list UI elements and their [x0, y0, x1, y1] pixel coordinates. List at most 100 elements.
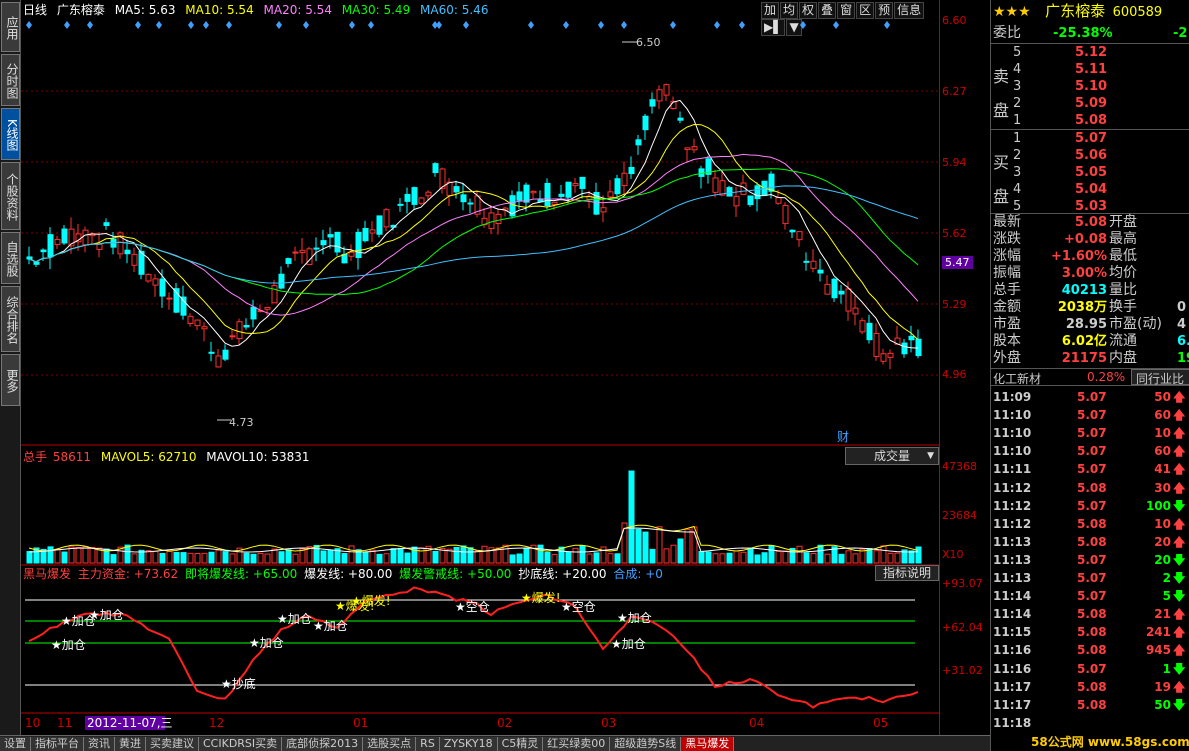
signal-diamond — [87, 21, 93, 29]
signal-diamond — [436, 21, 442, 29]
arrow-up-icon: 🡅 — [1173, 679, 1186, 694]
volume-bar — [460, 545, 467, 564]
tab-1[interactable]: 指标平台 — [31, 737, 84, 751]
ind-name: 黑马爆发 — [23, 567, 72, 581]
sell-row: 1 5.08 — [1013, 113, 1108, 128]
tab-3[interactable]: 黄进 — [115, 737, 146, 751]
tab-10[interactable]: C5精灵 — [497, 737, 544, 751]
tab-4[interactable]: 买卖建议 — [146, 737, 199, 751]
volume-bar — [719, 553, 726, 564]
candle-body — [229, 335, 236, 338]
stat-row: 市盈 28.95 市盈(动) 4 — [993, 316, 1187, 332]
low-annotation: 4.73 — [217, 416, 254, 429]
candle-body — [33, 261, 40, 265]
tab-11[interactable]: 红买绿卖00 — [543, 737, 611, 751]
arrow-up-icon: 🡅 — [1173, 444, 1186, 459]
volume-bar — [432, 550, 439, 564]
candle-body — [383, 209, 390, 228]
tab-7[interactable]: 选股买点 — [363, 737, 417, 751]
buy-row: 3 5.05 — [1013, 165, 1108, 180]
volume-bar — [803, 552, 810, 564]
candle-body — [236, 321, 243, 340]
chart-area[interactable]: 日线 广东榕泰 MA5: 5.63 MA10: 5.54 MA20: 5.54 … — [21, 0, 939, 735]
volume-bar — [887, 552, 894, 564]
indicator-help-button[interactable]: 指标说明 — [875, 565, 939, 581]
candle-body — [789, 229, 796, 233]
candle-body — [271, 285, 278, 304]
candle-body — [621, 172, 628, 187]
candle-body — [187, 315, 194, 324]
candle-body — [453, 186, 460, 193]
volume-bar — [565, 551, 572, 564]
candle-body — [901, 342, 908, 355]
candle-body — [418, 197, 425, 204]
volume-bar — [621, 522, 628, 564]
candle-body — [159, 278, 166, 297]
tick-row: 11:16 5.07 1 🡇 — [993, 661, 1186, 676]
nav-self[interactable]: 自选股 — [1, 232, 20, 284]
tab-9[interactable]: ZYSKY18 — [439, 737, 498, 751]
candle-body — [292, 251, 299, 254]
date-01: 01 — [353, 716, 368, 730]
arrow-up-icon: 🡅 — [1173, 643, 1186, 658]
arrow-down-icon: 🡇 — [1173, 661, 1186, 676]
tab-0[interactable]: 设置 — [0, 737, 31, 751]
volume-dropdown[interactable]: 成交量 ▼ — [845, 447, 939, 465]
tab-13[interactable]: 黑马爆发 — [681, 737, 735, 751]
candle-body — [222, 349, 229, 360]
signal-diamond — [833, 21, 839, 29]
candle-body — [859, 320, 866, 333]
arrow-up-icon: 🡅 — [1173, 480, 1186, 495]
tab-6[interactable]: 底部侦探2013 — [282, 737, 364, 751]
buy-row: 1 5.07 — [1013, 131, 1108, 146]
volume-bar — [229, 553, 236, 564]
candle-body — [194, 319, 201, 327]
price-axis: 6.60 6.27 5.94 5.62 5.47 5.29 4.96 47368… — [939, 0, 990, 735]
volume-bar — [327, 549, 334, 564]
signal-diamond — [463, 21, 469, 29]
stat-row: 涨跌 +0.08 最高 — [993, 231, 1137, 247]
volume-bar — [89, 547, 96, 564]
ind-hecheng: 合成: +0 — [613, 567, 663, 581]
tab-12[interactable]: 超级趋势S线 — [610, 737, 682, 751]
tab-5[interactable]: CCIKDRSI买卖 — [199, 737, 283, 751]
nav-profile[interactable]: 个股资料 — [1, 162, 20, 230]
candle-body — [355, 231, 362, 259]
mavol5-line — [28, 524, 919, 552]
volume-bar — [614, 553, 621, 564]
volume-bar — [642, 531, 649, 564]
arrow-up-icon: 🡅 — [1173, 516, 1186, 531]
industry-pct: 0.28% — [1087, 370, 1126, 384]
volume-bar — [285, 549, 292, 564]
tab-2[interactable]: 资讯 — [84, 737, 115, 751]
nav-timeshare[interactable]: 分时图 — [1, 54, 20, 106]
ind-axis-2: +62.04 — [942, 621, 983, 634]
peer-compare-button[interactable]: 同行业比 — [1131, 369, 1189, 386]
candle-body — [96, 243, 103, 250]
tab-8[interactable]: RS — [416, 737, 440, 751]
vol-label: 总手 — [23, 450, 48, 464]
candle-body — [572, 183, 579, 187]
tick-row: 11:13 5.07 20 🡇 — [993, 552, 1186, 567]
candle-body — [726, 187, 733, 197]
candle-body — [614, 178, 621, 195]
signal-diamond — [800, 21, 806, 29]
nav-kline[interactable]: K线图 — [1, 108, 20, 160]
candle-body — [628, 166, 635, 175]
volume-bar — [292, 553, 299, 564]
volume-bar — [726, 552, 733, 564]
candle-body — [663, 84, 670, 96]
signal-label: ★爆发! — [521, 590, 561, 605]
candle-body — [376, 215, 383, 235]
tick-row: 11:12 5.08 10 🡅 — [993, 516, 1186, 531]
signal-label: ★抄底 — [221, 676, 256, 691]
arrow-down-icon: 🡇 — [1173, 552, 1186, 567]
trading-app: 应用 分时图 K线图 个股资料 自选股 综合排名 更多 日线 广东榕泰 MA5:… — [0, 0, 1189, 751]
signal-label: ★加仓 — [313, 619, 348, 633]
candle-body — [607, 191, 614, 198]
buy-row: 2 5.06 — [1013, 148, 1108, 163]
nav-more[interactable]: 更多 — [1, 354, 20, 406]
arrow-up-icon: 🡅 — [1173, 408, 1186, 423]
nav-rank[interactable]: 综合排名 — [1, 286, 20, 352]
nav-apply[interactable]: 应用 — [1, 2, 20, 52]
